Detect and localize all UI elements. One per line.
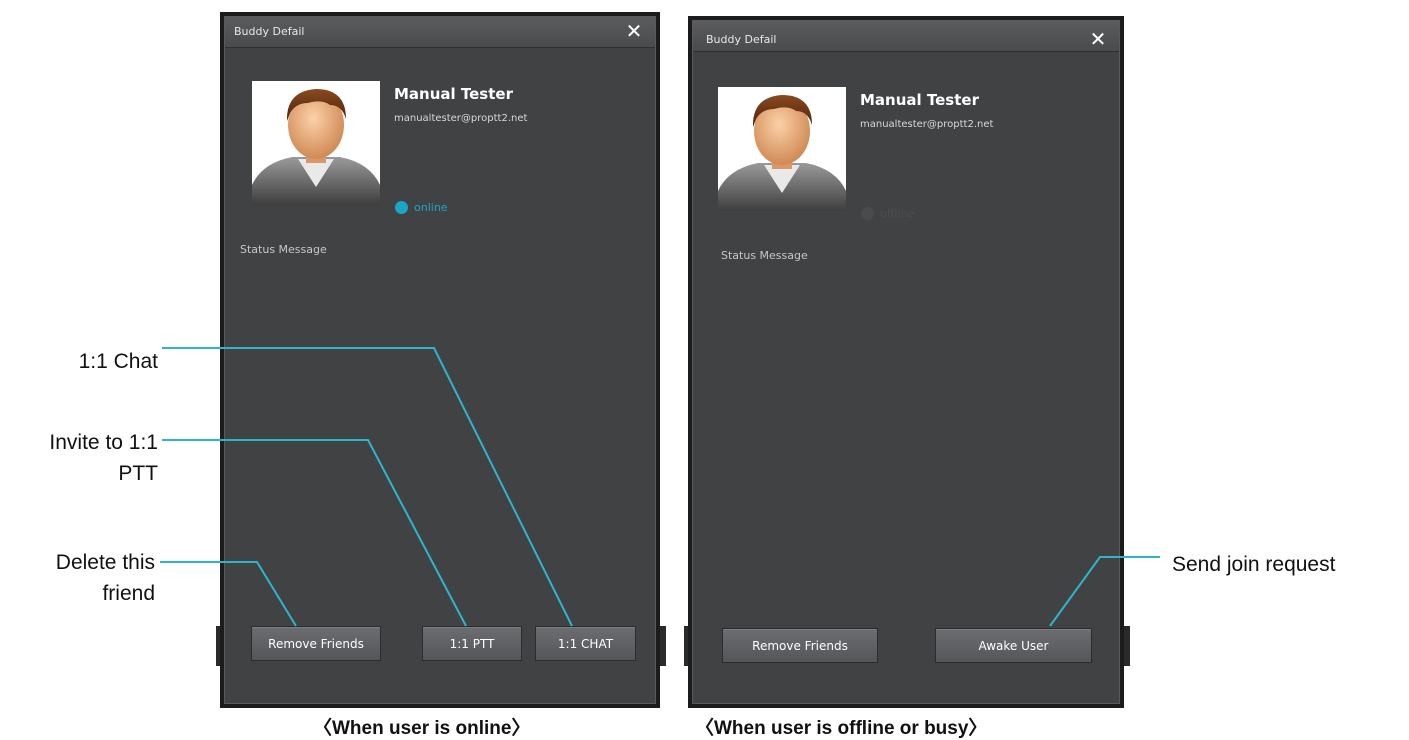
chat-button[interactable]: 1:1 CHAT: [535, 626, 636, 661]
annotation-ptt: Invite to 1:1 PTT: [49, 427, 158, 489]
annotation-delete-line2: friend: [102, 582, 155, 605]
ptt-button[interactable]: 1:1 PTT: [422, 626, 522, 661]
annotation-ptt-line1: Invite to 1:1: [49, 431, 158, 454]
awake-user-button[interactable]: Awake User: [935, 628, 1092, 663]
buddy-email: manualtester@proptt2.net: [394, 113, 528, 124]
remove-friends-button[interactable]: Remove Friends: [251, 626, 381, 661]
buddy-detail-dialog-offline: Buddy Defail ✕ Manual Tester manualteste…: [688, 16, 1124, 708]
caption-offline: 〈When user is offline or busy〉: [695, 718, 988, 739]
buddy-email: manualtester@proptt2.net: [860, 119, 994, 130]
user-avatar-icon: [718, 87, 846, 211]
status-message-label: Status Message: [240, 243, 327, 256]
user-avatar-icon: [252, 81, 380, 205]
dialog-body: Buddy Defail ✕ Manual Tester manualteste…: [692, 20, 1120, 704]
dialog-title: Buddy Defail: [234, 25, 305, 38]
annotation-ptt-line2: PTT: [118, 462, 158, 485]
dialog-title: Buddy Defail: [706, 33, 777, 46]
caption-online: 〈When user is online〉: [313, 718, 531, 739]
buddy-name: Manual Tester: [394, 85, 513, 103]
buddy-name: Manual Tester: [860, 91, 979, 109]
status-dot-icon: [861, 207, 874, 220]
buddy-detail-dialog-online: Buddy Defail ✕ Manual Tester manualteste…: [220, 12, 660, 708]
remove-friends-button[interactable]: Remove Friends: [722, 628, 878, 663]
close-icon[interactable]: ✕: [1087, 28, 1109, 50]
annotation-join: Send join request: [1172, 553, 1336, 576]
annotation-delete-line1: Delete this: [55, 551, 155, 574]
status-message-label: Status Message: [721, 249, 808, 262]
annotation-delete: Delete this friend: [56, 547, 155, 609]
annotation-chat: 1:1 Chat: [78, 350, 158, 373]
dialog-titlebar: Buddy Defail ✕: [225, 17, 655, 48]
dialog-titlebar: Buddy Defail ✕: [693, 21, 1119, 52]
dialog-body: Buddy Defail ✕ Manual Tester manualteste…: [224, 16, 656, 704]
status-text: online: [414, 201, 448, 214]
status-dot-icon: [395, 201, 408, 214]
status-text: offline: [880, 207, 915, 220]
close-icon[interactable]: ✕: [623, 20, 645, 42]
